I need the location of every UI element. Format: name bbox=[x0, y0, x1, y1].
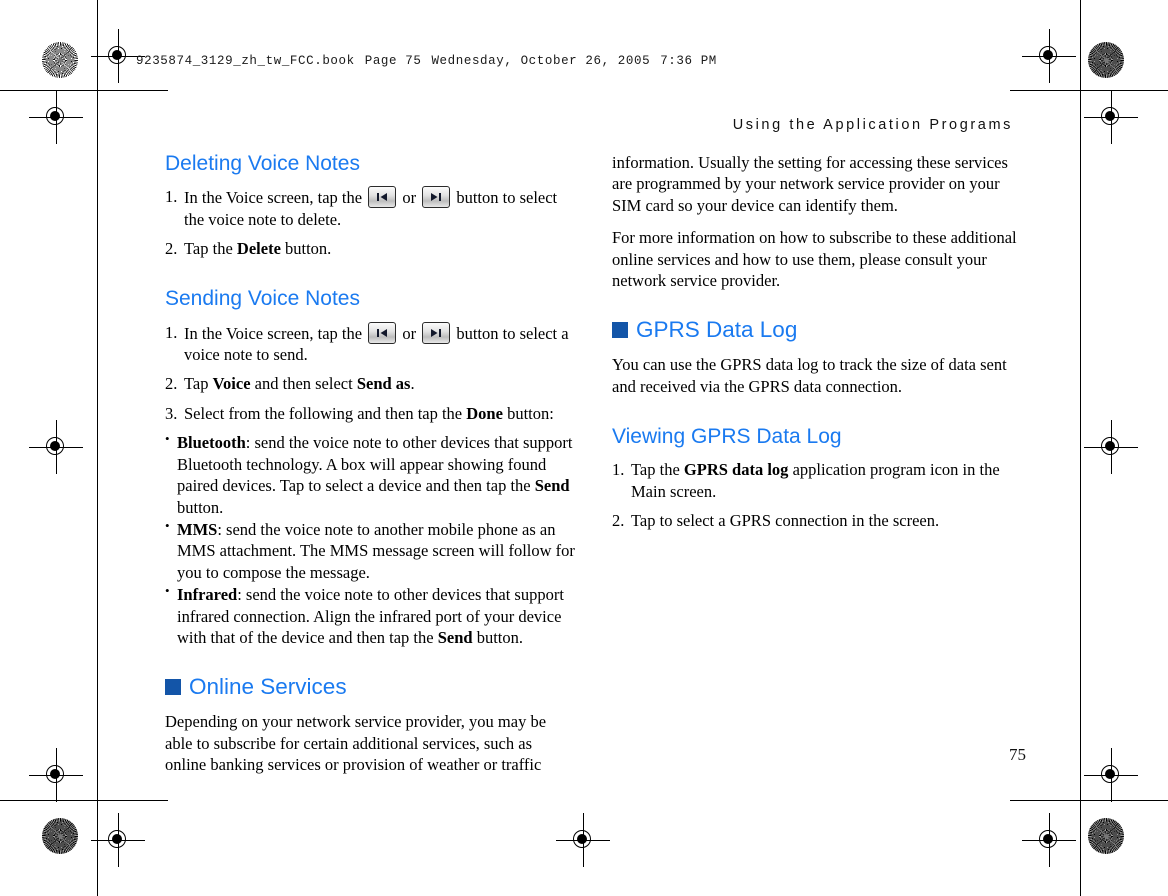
next-track-icon[interactable] bbox=[422, 321, 451, 344]
heading-text: GPRS Data Log bbox=[636, 316, 798, 342]
step-item: In the Voice screen, tap the or button t… bbox=[165, 186, 577, 230]
viewing-gprs-steps: Tap the GPRS data log application progra… bbox=[612, 459, 1024, 532]
previous-track-icon[interactable] bbox=[368, 321, 397, 344]
heading-online-services: Online Services bbox=[165, 673, 577, 700]
step-item: Tap Voice and then select Send as. bbox=[165, 373, 577, 395]
list-item: MMS: send the voice note to another mobi… bbox=[165, 518, 577, 583]
step-text-pre: Tap the bbox=[631, 460, 680, 480]
step-text-post: button. bbox=[285, 238, 332, 258]
continued-paragraph: information. Usually the setting for acc… bbox=[612, 153, 1008, 215]
section-marker-square bbox=[612, 322, 628, 338]
ui-term-done: Done bbox=[466, 403, 503, 423]
option-label-infrared: Infrared bbox=[177, 585, 238, 605]
running-header: Using the Application Programs bbox=[732, 117, 1013, 133]
document-page: Using the Application Programs Deleting … bbox=[0, 0, 1168, 896]
step-item: Tap the GPRS data log application progra… bbox=[612, 459, 1024, 502]
list-item: Bluetooth: send the voice note to other … bbox=[165, 431, 577, 518]
online-services-paragraph: Depending on your network service provid… bbox=[165, 712, 547, 775]
page-number: 75 bbox=[1009, 745, 1026, 764]
gprs-intro-paragraph: You can use the GPRS data log to track t… bbox=[612, 355, 1007, 396]
deleting-voice-notes-steps: In the Voice screen, tap the or button t… bbox=[165, 186, 577, 260]
ui-term-send-as: Send as bbox=[356, 374, 411, 394]
step-text-post: . bbox=[410, 374, 415, 394]
step-item: In the Voice screen, tap the or button t… bbox=[165, 321, 577, 366]
option-text-tail: button. bbox=[177, 497, 224, 517]
step-text-mid: or bbox=[402, 188, 417, 208]
step-text-mid: and then select bbox=[254, 374, 353, 394]
section-marker-square bbox=[165, 679, 181, 695]
step-text-pre: In the Voice screen, tap the bbox=[184, 323, 363, 343]
option-label-mms: MMS bbox=[177, 520, 218, 539]
ui-term-send: Send bbox=[534, 476, 570, 496]
heading-gprs-data-log: GPRS Data Log bbox=[612, 316, 1024, 343]
step-item: Tap to select a GPRS connection in the s… bbox=[612, 510, 1024, 532]
ui-term-voice: Voice bbox=[212, 374, 251, 394]
step-text-pre: Select from the following and then tap t… bbox=[184, 403, 463, 423]
step-item: Select from the following and then tap t… bbox=[165, 403, 577, 425]
step-text-pre: Tap to select a GPRS connection in the s… bbox=[631, 511, 940, 531]
next-track-icon[interactable] bbox=[422, 186, 451, 209]
step-text-pre: Tap the bbox=[184, 238, 233, 258]
step-text-post: button: bbox=[507, 403, 554, 423]
ui-term-delete: Delete bbox=[236, 238, 281, 258]
previous-track-icon[interactable] bbox=[368, 186, 397, 209]
heading-sending-voice-notes: Sending Voice Notes bbox=[165, 287, 360, 311]
right-column: information. Usually the setting for acc… bbox=[612, 152, 1024, 787]
heading-viewing-gprs-data-log: Viewing GPRS Data Log bbox=[612, 425, 842, 449]
step-text-pre: Tap bbox=[184, 374, 209, 394]
step-text-pre: In the Voice screen, tap the bbox=[184, 188, 363, 208]
left-column: Deleting Voice Notes In the Voice screen… bbox=[165, 152, 577, 787]
send-options-list: Bluetooth: send the voice note to other … bbox=[165, 431, 577, 648]
ui-term-send: Send bbox=[437, 628, 473, 648]
sending-voice-notes-steps: In the Voice screen, tap the or button t… bbox=[165, 321, 577, 425]
step-item: Tap the Delete button. bbox=[165, 238, 577, 260]
ui-term-gprs-data-log: GPRS data log bbox=[683, 460, 789, 480]
two-column-layout: Deleting Voice Notes In the Voice screen… bbox=[165, 152, 1025, 787]
option-text-tail: button. bbox=[476, 628, 523, 648]
option-label-bluetooth: Bluetooth bbox=[177, 433, 246, 453]
list-item: Infrared: send the voice note to other d… bbox=[165, 583, 577, 648]
heading-deleting-voice-notes: Deleting Voice Notes bbox=[165, 152, 360, 175]
heading-text: Online Services bbox=[189, 673, 347, 699]
more-information-paragraph: For more information on how to subscribe… bbox=[612, 228, 1017, 291]
step-text-mid: or bbox=[402, 323, 417, 343]
option-text: : send the voice note to another mobile … bbox=[177, 520, 575, 582]
